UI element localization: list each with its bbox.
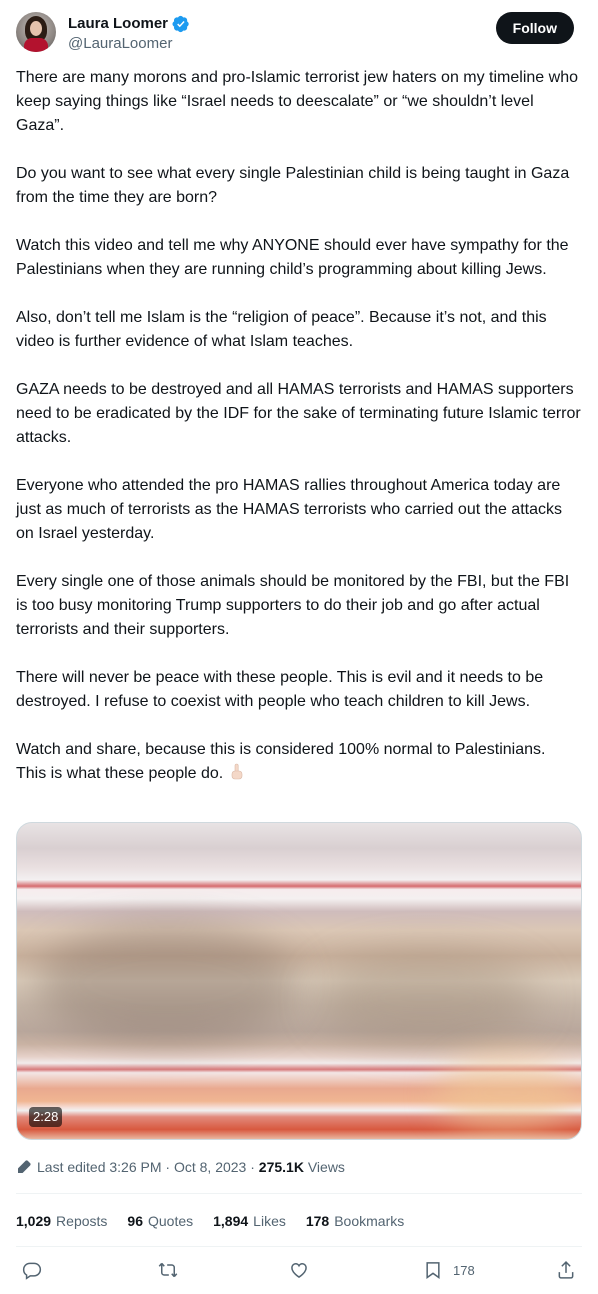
action-bar: 178 [16,1258,582,1286]
bookmarks-stat[interactable]: 178 Bookmarks [306,1211,404,1231]
tweet-meta: Last edited 3:26 PM · Oct 8, 2023 · 275.… [16,1157,345,1177]
tweet-paragraph: There are many morons and pro-Islamic te… [16,69,578,134]
verified-badge-icon [172,15,189,33]
author-name-row[interactable]: Laura Loomer [68,14,190,34]
tweet-paragraph-final: Watch and share, because this is conside… [16,738,582,786]
tweet-paragraph: Do you want to see what every single Pal… [16,165,570,206]
tweet-paragraph: There will never be peace with these peo… [16,669,544,710]
bookmark-button[interactable]: 178 [423,1260,475,1280]
repost-button[interactable] [158,1260,178,1280]
tweet-paragraph: GAZA needs to be destroyed and all HAMAS… [16,381,581,446]
avatar[interactable] [16,12,56,52]
video-player[interactable]: 2:28 [16,822,582,1140]
divider [16,1246,582,1247]
reply-button[interactable] [22,1260,42,1280]
likes-stat[interactable]: 1,894 Likes [213,1211,286,1231]
bookmark-count: 178 [453,1262,475,1278]
like-button[interactable] [289,1260,309,1280]
tweet-line: This is what these people do. [16,765,224,782]
tweet-text: There are many morons and pro-Islamic te… [16,66,582,786]
video-duration: 2:28 [29,1107,63,1127]
author-handle[interactable]: @LauraLoomer [68,34,172,54]
reply-icon [22,1262,42,1280]
heart-icon [291,1262,307,1278]
pointing-down-icon [231,763,242,780]
tweet-line: Watch and share, because this is conside… [16,741,546,758]
follow-button[interactable]: Follow [495,12,574,44]
bookmark-icon [426,1262,440,1279]
engagement-stats: 1,029 Reposts 96 Quotes 1,894 Likes 178 Book… [16,1211,404,1231]
views-label: Views [307,1159,345,1175]
share-button[interactable] [556,1260,576,1280]
divider [16,1193,582,1194]
tweet-paragraph: Also, don’t tell me Islam is the “religi… [16,309,547,350]
quotes-stat[interactable]: 96 Quotes [127,1211,193,1231]
edit-pencil-icon [18,1160,31,1173]
tweet-paragraph: Every single one of those animals should… [16,573,570,638]
author-name[interactable]: Laura Loomer [68,14,168,34]
edited-timestamp[interactable]: Last edited 3:26 PM · Oct 8, 2023 · [37,1157,255,1177]
tweet-paragraph: Everyone who attended the pro HAMAS rall… [16,477,562,542]
views-count: 275.1K [258,1159,304,1175]
share-icon [558,1261,574,1279]
tweet-header: Laura Loomer @LauraLoomer Follow [16,12,582,56]
reposts-stat[interactable]: 1,029 Reposts [16,1211,107,1231]
tweet-paragraph: Watch this video and tell me why ANYONE … [16,237,569,278]
repost-icon [158,1262,178,1278]
